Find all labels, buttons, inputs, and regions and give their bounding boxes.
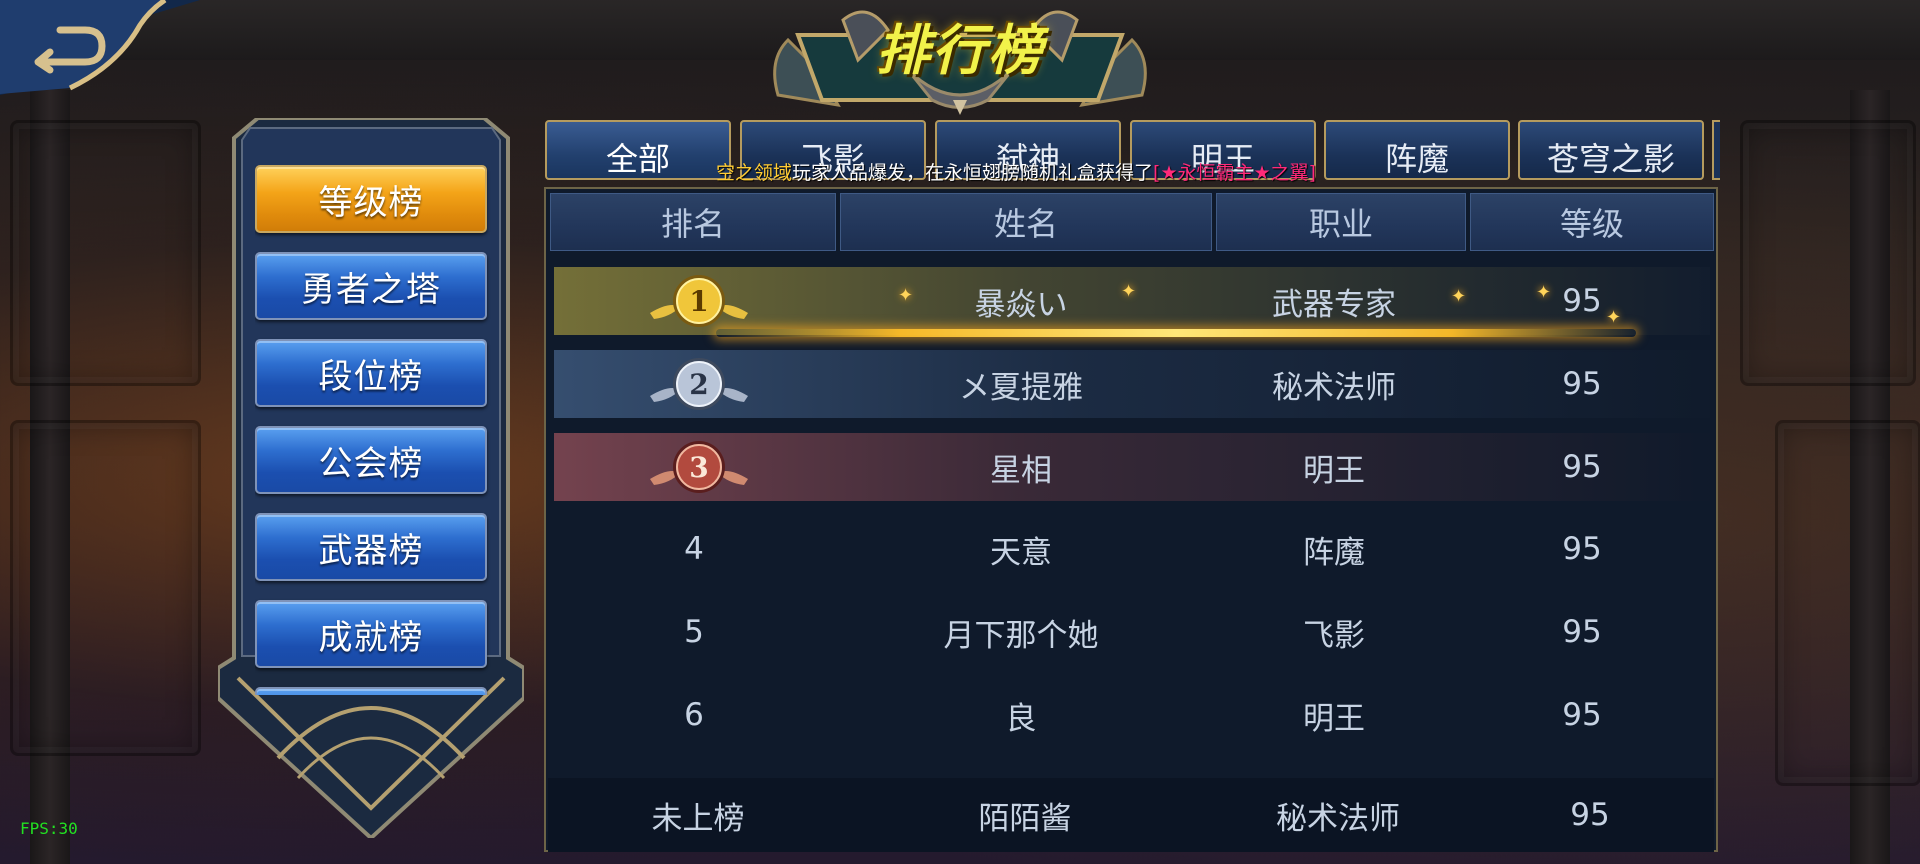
- silver-medal-icon: 2: [650, 358, 748, 410]
- title-crest: 排行榜: [758, 0, 1162, 118]
- medal-number: 3: [689, 451, 708, 484]
- menu-more-button[interactable]: [255, 687, 487, 695]
- table-row[interactable]: 6 良 明王 95: [554, 681, 1710, 749]
- row-level: 95: [1562, 531, 1602, 567]
- table-row[interactable]: 2 メ夏提雅 秘术法师 95: [554, 350, 1710, 418]
- page-title: 排行榜: [876, 19, 1044, 82]
- menu-level-ranking-button[interactable]: 等级榜: [255, 165, 487, 233]
- menu-guild-ranking-button[interactable]: 公会榜: [255, 426, 487, 494]
- header-level: 等级: [1470, 193, 1714, 251]
- row-level: 95: [1562, 449, 1602, 485]
- menu-weapon-ranking-button[interactable]: 武器榜: [255, 513, 487, 581]
- sparkle-decoration: ✦: [1536, 282, 1552, 303]
- row-name: 暴焱い: [974, 286, 1068, 323]
- menu-tier-ranking-button[interactable]: 段位榜: [255, 339, 487, 407]
- menu-achievement-ranking-button[interactable]: 成就榜: [255, 600, 487, 668]
- sparkle-decoration: ✦: [1121, 281, 1137, 302]
- row-job: 飞影: [1303, 617, 1365, 654]
- gold-medal-icon: 1: [650, 275, 748, 327]
- row-rank: 5: [684, 614, 704, 650]
- row-name: 天意: [990, 534, 1052, 571]
- sparkle-decoration: ✦: [1606, 307, 1622, 328]
- row-name: 良: [1005, 700, 1037, 737]
- wall-panel: [1740, 120, 1916, 386]
- medal-number: 1: [689, 285, 708, 318]
- sparkle-decoration: ✦: [1451, 286, 1467, 307]
- row-level: 95: [1562, 283, 1602, 319]
- header-rank: 排名: [550, 193, 836, 251]
- bronze-medal-icon: 3: [650, 441, 748, 493]
- wall-panel: [10, 120, 201, 386]
- back-button[interactable]: [0, 0, 200, 95]
- row-job: 明王: [1303, 700, 1365, 737]
- tab-overflow-edge: [1712, 120, 1720, 180]
- broadcast-ticker: 空之领域玩家人品爆发，在永恒翅膀随机礼盒获得了[★永恒霸主★之翼]: [716, 160, 1316, 186]
- row-level: 95: [1562, 366, 1602, 402]
- tab-zhenmo[interactable]: 阵魔: [1324, 120, 1510, 180]
- row-job: 明王: [1303, 452, 1365, 489]
- row-name: 月下那个她: [943, 617, 1099, 654]
- self-level: 95: [1570, 797, 1610, 833]
- sparkle-trail: [716, 329, 1636, 337]
- tab-cangqiong[interactable]: 苍穹之影: [1518, 120, 1704, 180]
- row-job: 秘术法师: [1272, 369, 1396, 406]
- row-job: 武器专家: [1272, 286, 1396, 323]
- wall-panel: [10, 420, 201, 756]
- ticker-message: 玩家人品爆发，在永恒翅膀随机礼盒获得了: [792, 162, 1154, 184]
- sparkle-decoration: ✦: [898, 285, 914, 306]
- self-name: 陌陌酱: [978, 800, 1072, 837]
- row-level: 95: [1562, 614, 1602, 650]
- wall-panel: [1775, 420, 1920, 786]
- self-rank: 未上榜: [651, 800, 745, 837]
- menu-hero-tower-button[interactable]: 勇者之塔: [255, 252, 487, 320]
- tab-all[interactable]: 全部: [545, 120, 731, 180]
- row-job: 阵魔: [1303, 534, 1365, 571]
- table-row[interactable]: 4 天意 阵魔 95: [554, 515, 1710, 583]
- table-row[interactable]: 5 月下那个她 飞影 95: [554, 598, 1710, 666]
- fps-counter: FPS:30: [20, 819, 78, 838]
- header-job: 职业: [1216, 193, 1466, 251]
- self-rank-row: 未上榜 陌陌酱 秘术法师 95: [548, 778, 1714, 852]
- ticker-item-name: [★永恒霸主★之翼]: [1153, 162, 1316, 184]
- medal-number: 2: [689, 368, 708, 401]
- self-job: 秘术法师: [1276, 800, 1400, 837]
- header-name: 姓名: [840, 193, 1212, 251]
- row-name: 星相: [990, 452, 1052, 489]
- table-row[interactable]: 3 星相 明王 95: [554, 433, 1710, 501]
- ranking-table: 排名 姓名 职业 等级 1 暴焱い 武器专家 95 ✦ ✦ ✦ ✦ ✦ 2 メ夏…: [544, 187, 1718, 852]
- row-rank: 4: [684, 531, 704, 567]
- row-rank: 6: [684, 697, 704, 733]
- row-name: メ夏提雅: [959, 369, 1083, 406]
- row-level: 95: [1562, 697, 1602, 733]
- side-menu: 等级榜 勇者之塔 段位榜 公会榜 武器榜 成就榜: [255, 165, 491, 695]
- ticker-player-name: 空之领域: [716, 162, 793, 184]
